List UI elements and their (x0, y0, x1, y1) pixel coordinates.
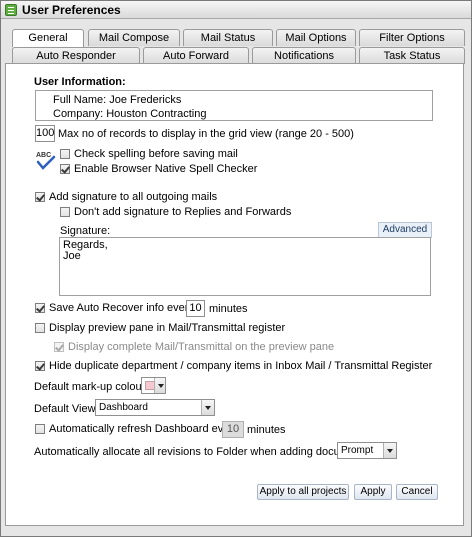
chevron-down-icon (201, 400, 214, 415)
auto-recover-input[interactable]: 10 (186, 300, 205, 317)
skip-replies-label: Don't add signature to Replies and Forwa… (74, 206, 292, 218)
abc-spellcheck-icon: ABC (36, 152, 56, 170)
default-view-select[interactable]: Dashboard (95, 399, 215, 416)
signature-textarea[interactable]: Regards, Joe (59, 237, 431, 296)
browser-spell-label: Enable Browser Native Spell Checker (74, 163, 258, 175)
auto-recover-checkbox[interactable] (35, 303, 45, 313)
window-title: User Preferences (22, 3, 121, 17)
add-signature-checkbox[interactable] (35, 192, 45, 202)
preview-pane-label: Display preview pane in Mail/Transmittal… (49, 322, 286, 334)
dashboard-refresh-unit: minutes (247, 424, 286, 436)
tab-filter-options[interactable]: Filter Options (359, 29, 465, 46)
auto-recover-label: Save Auto Recover info every (49, 302, 194, 314)
hide-duplicates-label: Hide duplicate department / company item… (49, 360, 433, 372)
default-view-label: Default View: (34, 403, 99, 415)
dashboard-refresh-label: Automatically refresh Dashboard every (49, 423, 239, 435)
svg-text:ABC: ABC (36, 152, 51, 159)
grid-records-input[interactable]: 100 (35, 125, 55, 142)
apply-to-all-projects-button[interactable]: Apply to all projects (257, 484, 349, 500)
add-signature-label: Add signature to all outgoing mails (49, 191, 218, 203)
tab-task-status[interactable]: Task Status (359, 47, 465, 64)
skip-replies-checkbox[interactable] (60, 207, 70, 217)
tab-notifications[interactable]: Notifications (252, 47, 356, 64)
allocate-revisions-label: Automatically allocate all revisions to … (34, 446, 373, 458)
dashboard-refresh-checkbox[interactable] (35, 424, 45, 434)
allocate-revisions-value: Prompt (341, 445, 374, 456)
check-spelling-checkbox[interactable] (60, 149, 70, 159)
markup-colour-label: Default mark-up colour: (34, 381, 149, 393)
title-bar: User Preferences (1, 1, 471, 19)
preferences-icon (5, 4, 17, 16)
allocate-revisions-select[interactable]: Prompt (337, 442, 397, 459)
tab-auto-responder[interactable]: Auto Responder (12, 47, 140, 64)
preview-pane-checkbox[interactable] (35, 323, 45, 333)
auto-recover-unit: minutes (209, 303, 248, 315)
dashboard-refresh-input[interactable]: 10 (222, 421, 244, 438)
complete-preview-checkbox[interactable] (54, 342, 64, 352)
tab-auto-forward[interactable]: Auto Forward (143, 47, 249, 64)
default-view-value: Dashboard (99, 402, 148, 413)
user-info-box: Full Name: Joe Fredericks Company: Houst… (35, 90, 433, 121)
hide-duplicates-checkbox[interactable] (35, 361, 45, 371)
chevron-down-icon (383, 443, 396, 458)
user-info-heading: User Information: (34, 76, 126, 88)
cancel-button[interactable]: Cancel (396, 484, 438, 500)
chevron-down-icon (154, 378, 165, 393)
tab-mail-compose[interactable]: Mail Compose (88, 29, 180, 46)
tab-mail-options[interactable]: Mail Options (276, 29, 356, 46)
browser-spell-checkbox[interactable] (60, 164, 70, 174)
signature-label: Signature: (60, 225, 111, 237)
company-text: Company: Houston Contracting (53, 108, 207, 120)
complete-preview-label: Display complete Mail/Transmittal on the… (68, 341, 335, 353)
check-spelling-label: Check spelling before saving mail (74, 148, 238, 160)
grid-records-label: Max no of records to display in the grid… (58, 128, 354, 140)
advanced-button[interactable]: Advanced (378, 222, 432, 238)
markup-colour-picker[interactable] (141, 377, 166, 394)
tab-mail-status[interactable]: Mail Status (183, 29, 273, 46)
full-name-text: Full Name: Joe Fredericks (53, 94, 182, 106)
tab-general[interactable]: General (12, 29, 84, 47)
apply-button[interactable]: Apply (354, 484, 392, 500)
